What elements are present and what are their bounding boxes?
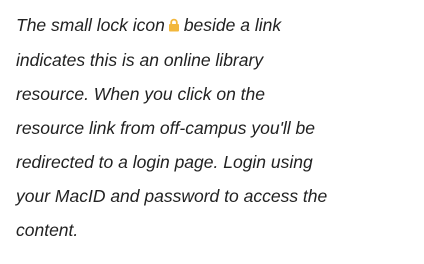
lock-icon-explanation: The small lock icon beside a link indicat… xyxy=(16,8,420,247)
text-segment: beside a link xyxy=(183,15,282,35)
text-line: redirected to a login page. Login using xyxy=(16,152,313,172)
text-line: The small lock icon beside a link xyxy=(16,8,420,43)
text-line: resource. When you click on the xyxy=(16,84,266,104)
text-line: content. xyxy=(16,220,79,240)
text-line: your MacID and password to access the xyxy=(16,186,328,206)
lock-icon xyxy=(168,9,180,43)
text-line: indicates this is an online library xyxy=(16,50,264,70)
text-line: resource link from off-campus you'll be xyxy=(16,118,316,138)
text-segment: The small lock icon xyxy=(16,15,165,35)
